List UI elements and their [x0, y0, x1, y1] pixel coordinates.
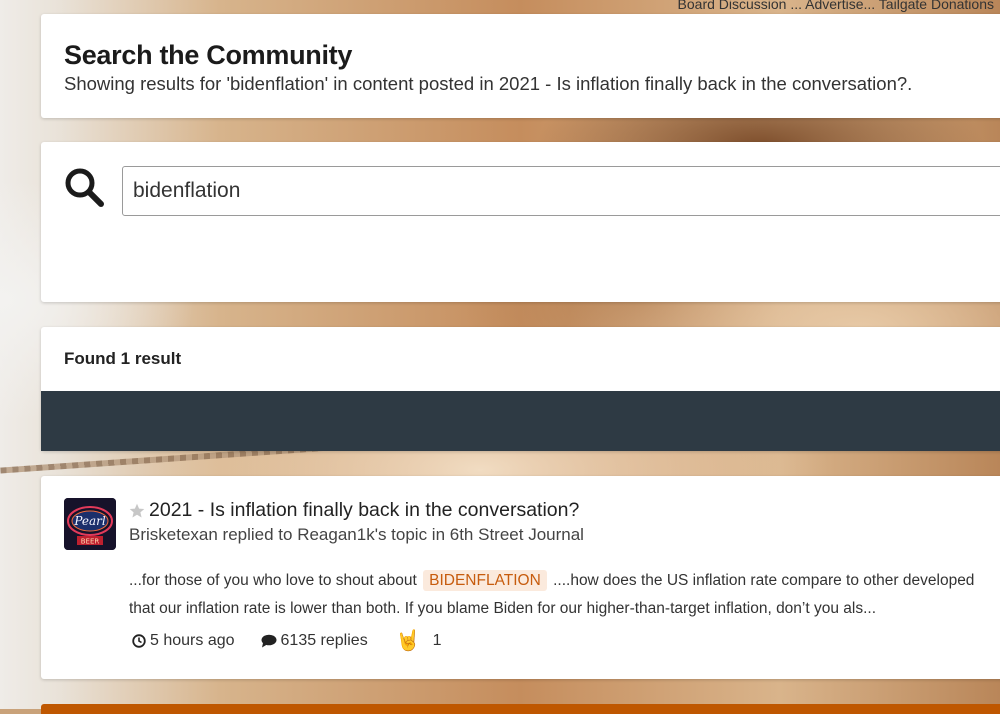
result-snippet: ...for those of you who love to shout ab…: [129, 567, 1000, 623]
search-header-card: Search the Community Showing results for…: [41, 14, 1000, 118]
result-title-link[interactable]: 2021 - Is inflation finally back in the …: [149, 499, 579, 522]
comment-icon: [261, 634, 277, 648]
time-stat: 5 hours ago: [132, 632, 235, 650]
results-summary-card: Found 1 result: [41, 327, 1000, 451]
snippet-after: ....how does the US inflation rate compa…: [553, 572, 975, 589]
results-count: Found 1 result: [64, 349, 182, 368]
reaction-stat[interactable]: 🤘 1: [394, 631, 442, 651]
search-icon[interactable]: [63, 166, 105, 208]
footer-accent-bar: [41, 704, 1000, 714]
time-ago[interactable]: 5 hours ago: [150, 632, 235, 650]
avatar[interactable]: Pearl BEER: [64, 498, 116, 550]
search-term-highlight: BIDENFLATION: [423, 570, 547, 591]
snippet-line-1: ...for those of you who love to shout ab…: [129, 567, 1000, 595]
reaction-count: 1: [432, 632, 442, 649]
avatar-subtext: BEER: [81, 538, 100, 546]
pearl-beer-logo: Pearl BEER: [64, 498, 116, 550]
snippet-before: ...for those of you who love to shout ab…: [129, 572, 417, 589]
results-filter-bar: [41, 391, 1000, 451]
star-icon: [129, 503, 145, 518]
page-title: Search the Community: [64, 40, 353, 70]
rock-hand-icon: 🤘: [395, 630, 421, 652]
replies-count: 6135 replies: [280, 632, 368, 649]
result-stats: 5 hours ago 6135 replies 🤘 1: [132, 631, 468, 651]
page-subtitle: Showing results for 'bidenflation' in co…: [64, 73, 913, 94]
top-nav-links[interactable]: Board Discussion ... Advertise... Tailga…: [678, 0, 994, 12]
avatar-text: Pearl: [73, 514, 106, 528]
snippet-line-2: that our inflation rate is lower than bo…: [129, 600, 877, 617]
search-result-item: Pearl BEER 2021 - Is inflation finally b…: [41, 476, 1000, 679]
result-meta: Brisketexan replied to Reagan1k's topic …: [129, 525, 584, 544]
search-form-card: [41, 142, 1000, 302]
replies-stat: 6135 replies: [261, 632, 368, 650]
search-input[interactable]: [122, 166, 1000, 216]
clock-icon: [132, 634, 146, 648]
